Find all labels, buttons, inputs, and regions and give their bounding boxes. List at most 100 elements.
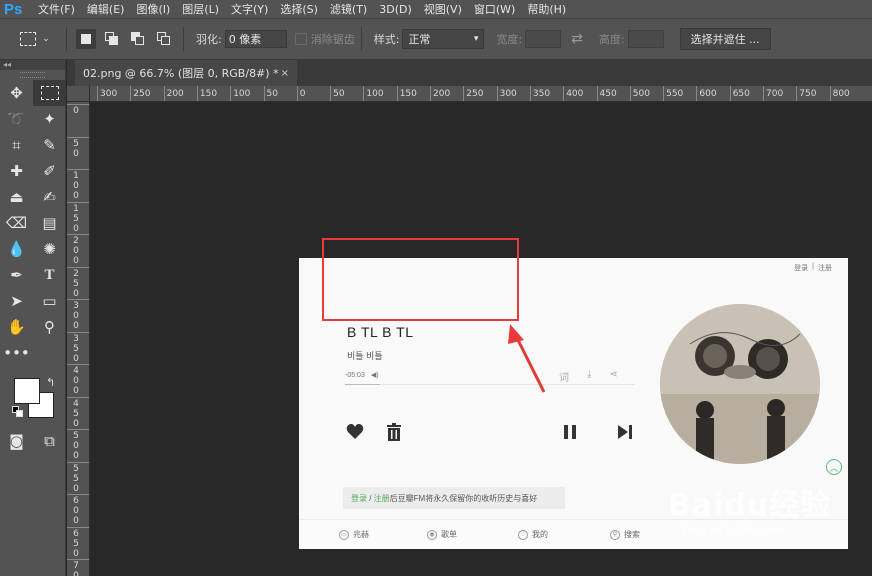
menu-file[interactable]: 文件(F) — [38, 1, 75, 17]
ruler-corner[interactable] — [67, 86, 90, 102]
vertical-ruler[interactable]: 0 50 100 150 200 250 300 350 400 450 500 550 600 650 7… — [67, 102, 90, 576]
rect-marquee-tool-icon[interactable] — [33, 80, 66, 106]
rectangle-tool-icon[interactable]: ▭ — [33, 288, 66, 314]
download-icon[interactable]: ⤓ — [587, 369, 591, 384]
ruler-label: 500 — [632, 89, 650, 99]
nav-playlist[interactable]: ◉ 歌单 — [427, 529, 457, 540]
ruler-label: 400 — [566, 89, 584, 99]
panel-grip[interactable] — [20, 72, 45, 78]
time-row: -05:03 ◀) — [345, 371, 379, 380]
brush-tool-icon[interactable]: ✐ — [33, 158, 66, 184]
hand-tool-icon[interactable]: ✋ — [0, 314, 33, 340]
ruler-label: 600 — [699, 89, 717, 99]
swap-colors-icon[interactable]: ↰ — [46, 376, 55, 389]
nav-mine[interactable]: ♡ 我的 — [518, 529, 548, 540]
foreground-color-swatch[interactable] — [14, 378, 40, 404]
default-colors-icon[interactable] — [12, 406, 24, 418]
gradient-tool-icon[interactable]: ▤ — [33, 210, 66, 236]
screen-mode-icon[interactable]: ⧉ — [33, 428, 66, 454]
move-tool-icon[interactable]: ✥ — [0, 80, 33, 106]
menu-view[interactable]: 视图(V) — [424, 1, 462, 17]
sponge-tool-icon[interactable]: ✺ — [33, 236, 66, 262]
style-select[interactable]: 正常 ▾ — [402, 29, 485, 49]
ruler-tick — [67, 169, 89, 170]
ruler-label: 450 — [599, 89, 617, 99]
ruler-tick — [67, 234, 89, 235]
tool-preset-picker[interactable]: ⌄ — [10, 25, 60, 53]
feather-input[interactable]: 0 像素 — [224, 30, 287, 48]
lasso-tool-icon[interactable]: ➰ — [0, 106, 33, 132]
ruler-label: 400 — [73, 366, 79, 396]
nav-search-label: 搜索 — [624, 530, 640, 539]
type-tool-icon[interactable]: T — [33, 262, 66, 288]
ruler-tick — [67, 201, 89, 203]
document-tab[interactable]: 02.png @ 66.7% (图层 0, RGB/8#) * × — [75, 60, 297, 86]
ruler-label: 650 — [73, 528, 79, 559]
pen-tool-icon[interactable]: ✒ — [0, 262, 33, 288]
add-selection-button[interactable] — [102, 29, 122, 49]
prompt-login-link[interactable]: 登录 — [351, 493, 367, 504]
zoom-tool-icon[interactable]: ⚲ — [33, 314, 66, 340]
stamp-tool-icon[interactable]: ⏏ — [0, 184, 33, 210]
ruler-label: 300 — [499, 89, 517, 99]
width-input[interactable] — [525, 30, 562, 48]
height-input[interactable] — [627, 30, 664, 48]
intersect-selection-button[interactable] — [154, 29, 174, 49]
menu-image[interactable]: 图像(I) — [136, 1, 170, 17]
menu-layer[interactable]: 图层(L) — [182, 1, 219, 17]
healing-brush-tool-icon[interactable]: ✚ — [0, 158, 33, 184]
crop-tool-icon[interactable]: ⌗ — [0, 132, 33, 158]
prompt-slash: / — [367, 493, 374, 503]
top-register-link[interactable]: 注册 — [818, 263, 832, 273]
ruler-label: 550 — [73, 463, 79, 494]
menu-3d[interactable]: 3D(D) — [379, 3, 412, 16]
eraser-tool-icon[interactable]: ⌫ — [0, 210, 33, 236]
eyedropper-tool-icon[interactable]: ✎ — [33, 132, 66, 158]
prompt-register-link[interactable]: 注册 — [374, 493, 390, 504]
magic-wand-tool-icon[interactable]: ✦ — [33, 106, 66, 132]
path-select-tool-icon[interactable]: ➤ — [0, 288, 33, 314]
menu-edit[interactable]: 编辑(E) — [87, 1, 125, 17]
scroll-up-icon[interactable]: ︿ — [826, 459, 842, 475]
close-icon[interactable]: × — [281, 68, 289, 79]
more-tools-icon[interactable]: ••• — [0, 340, 33, 366]
style-value: 正常 — [408, 33, 431, 46]
menu-filter[interactable]: 滤镜(T) — [330, 1, 367, 17]
pause-icon[interactable] — [560, 422, 580, 442]
ruler-label: 600 — [73, 496, 79, 526]
ruler-tick — [729, 86, 731, 101]
panel-collapse-icon[interactable]: ◂◂ — [0, 60, 65, 70]
menu-select[interactable]: 选择(S) — [280, 1, 318, 17]
history-brush-tool-icon[interactable]: ✍ — [33, 184, 66, 210]
top-login-link[interactable]: 登录 — [794, 263, 808, 273]
album-cover — [660, 304, 820, 464]
blur-tool-icon[interactable]: 💧 — [0, 236, 33, 262]
nav-mhz[interactable]: ▭ 兆赫 — [339, 529, 369, 540]
horizontal-ruler[interactable]: 300 250 200 150 100 50 0 50 100 150 200 250 300 350 40… — [90, 86, 872, 102]
swap-dimensions-icon[interactable]: ⇄ — [571, 31, 583, 47]
new-selection-button[interactable] — [76, 29, 96, 49]
ruler-label: 250 — [73, 268, 79, 299]
heart-icon[interactable] — [345, 422, 365, 442]
volume-icon[interactable]: ◀) — [371, 371, 379, 379]
ruler-tick — [67, 494, 89, 495]
trash-icon[interactable] — [384, 422, 404, 442]
ruler-label: 800 — [832, 89, 850, 99]
quick-mask-icon[interactable]: ◙ — [0, 428, 33, 454]
select-and-mask-button[interactable]: 选择并遮住 ... — [679, 28, 771, 50]
lyrics-icon[interactable]: 词 — [559, 369, 569, 384]
song-artist: 비틀 비틀 — [347, 351, 383, 361]
menu-type[interactable]: 文字(Y) — [231, 1, 268, 17]
nav-search[interactable]: ⚲ 搜索 — [610, 529, 640, 540]
next-track-icon[interactable] — [615, 422, 635, 442]
subtract-selection-button[interactable] — [128, 29, 148, 49]
progress-bar[interactable] — [345, 384, 635, 385]
share-icon[interactable]: ⋖ — [609, 369, 617, 384]
menu-help[interactable]: 帮助(H) — [527, 1, 566, 17]
menu-window[interactable]: 窗口(W) — [474, 1, 515, 17]
photoshop-logo[interactable]: Ps — [0, 1, 38, 18]
ruler-tick — [463, 86, 465, 101]
ruler-label: 100 — [73, 171, 79, 201]
antialias-checkbox[interactable] — [294, 33, 307, 45]
watermark-logo: Baidu经验 — [668, 488, 832, 523]
